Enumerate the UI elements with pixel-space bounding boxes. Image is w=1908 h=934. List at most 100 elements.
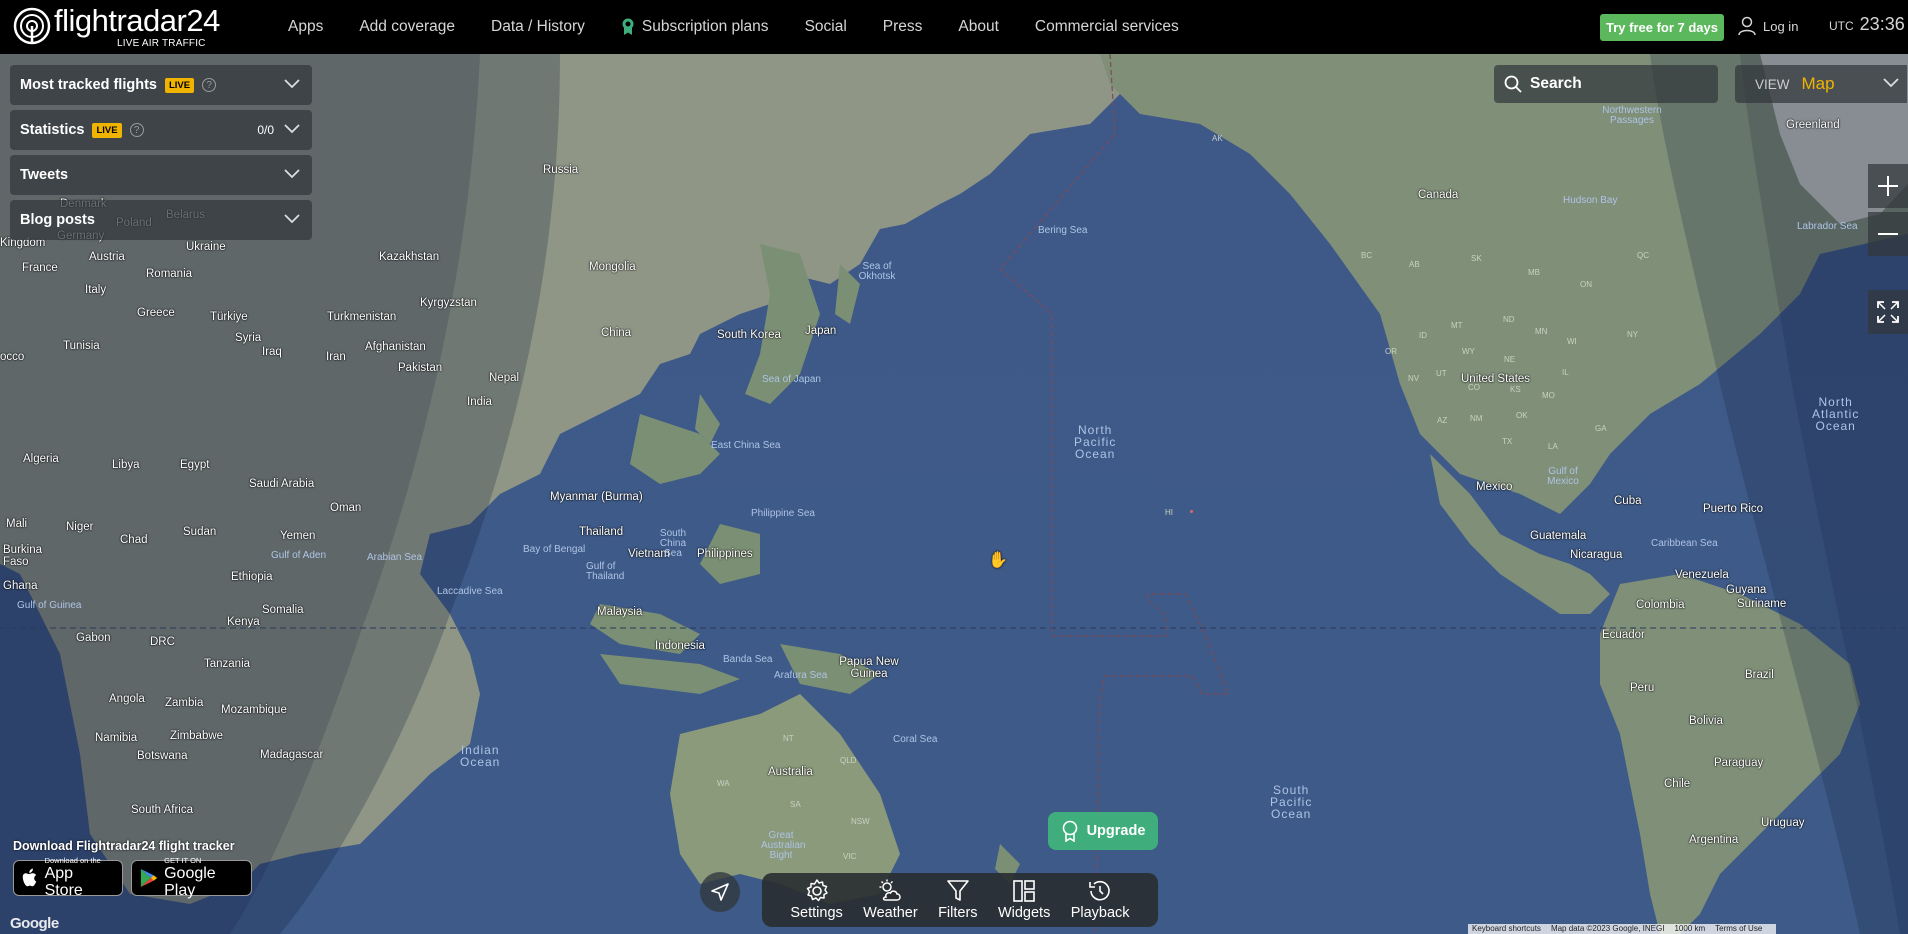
panel-most-tracked-flights[interactable]: Most tracked flights LIVE ? [10, 65, 312, 105]
statistics-count: 0/0 [257, 123, 274, 137]
bottom-toolbar: Settings Weather Filters Widgets Playbac… [762, 873, 1158, 927]
flightradar24-logo[interactable]: flightradar24 LIVE AIR TRAFFIC [12, 3, 220, 49]
chevron-down-icon[interactable] [284, 124, 300, 134]
fullscreen-icon [1877, 301, 1899, 323]
google-play-small-text: GET IT ON [164, 856, 202, 865]
nav-subscription-plans[interactable]: Subscription plans [603, 18, 787, 36]
filter-icon [947, 880, 969, 901]
help-icon[interactable]: ? [202, 78, 217, 92]
locate-me-button[interactable] [700, 872, 740, 912]
gear-icon [806, 879, 828, 902]
keyboard-shortcuts-link[interactable]: Keyboard shortcuts [1472, 924, 1541, 934]
hand-cursor-icon: ✋ [988, 552, 1008, 569]
panel-title: Statistics [20, 122, 85, 138]
panel-title: Tweets [20, 167, 69, 183]
user-icon [1738, 16, 1756, 36]
apple-icon [22, 868, 37, 887]
app-store-small-text: Download on the [44, 856, 101, 865]
google-play-icon [140, 868, 158, 888]
nav-social[interactable]: Social [787, 18, 865, 36]
panel-title: Most tracked flights [20, 77, 157, 93]
minus-icon [1878, 233, 1898, 235]
nav-data-history-label: Data / History [491, 18, 585, 35]
utc-clock: UTC 23:36 [1829, 14, 1905, 35]
live-badge: LIVE [92, 122, 122, 138]
fullscreen-button[interactable] [1868, 290, 1908, 334]
nav-subscription-plans-label: Subscription plans [641, 18, 769, 35]
top-navigation-bar: flightradar24 LIVE AIR TRAFFIC Apps Add … [0, 0, 1908, 54]
zoom-in-button[interactable] [1868, 164, 1908, 208]
download-app-title: Download Flightradar24 flight tracker [13, 839, 235, 853]
weather-icon [879, 879, 902, 901]
google-logo: Google [10, 915, 59, 932]
upgrade-button[interactable]: Upgrade [1048, 812, 1158, 850]
award-badge-icon [622, 18, 634, 35]
nav-apps-label: Apps [288, 18, 324, 35]
view-value: Map [1801, 74, 1835, 93]
zoom-out-button[interactable] [1868, 212, 1908, 256]
google-play-big-text: Google Play [164, 865, 216, 899]
logo-tagline: LIVE AIR TRAFFIC [117, 38, 206, 49]
nav-commercial-services[interactable]: Commercial services [1017, 18, 1197, 36]
search-box[interactable]: Search [1494, 65, 1718, 103]
playback-button[interactable]: Playback [1071, 879, 1130, 921]
logo-wordmark-number: 24 [186, 3, 220, 38]
history-clock-icon [1089, 880, 1110, 901]
nav-apps[interactable]: Apps [270, 18, 341, 36]
try-free-button[interactable]: Try free for 7 days [1600, 14, 1724, 41]
filters-label: Filters [938, 905, 978, 921]
nav-press-label: Press [882, 18, 923, 35]
upgrade-label: Upgrade [1086, 823, 1146, 839]
plus-icon [1878, 176, 1898, 196]
chevron-down-icon [1883, 78, 1899, 88]
view-label: VIEW [1755, 76, 1790, 92]
map-data-credit: Map data ©2023 Google, INEGI [1550, 924, 1665, 933]
widgets-button[interactable]: Widgets [998, 879, 1050, 921]
search-icon [1504, 75, 1522, 93]
island-marker [1190, 510, 1193, 513]
utc-label: UTC [1829, 19, 1854, 33]
login-label: Log in [1763, 18, 1799, 34]
playback-label: Playback [1070, 905, 1130, 921]
nav-about-label: About [958, 18, 999, 35]
app-window: Russia Kingdom Denmark Poland Belarus Ge… [0, 0, 1908, 934]
app-store-button[interactable]: Download on the App Store [13, 856, 123, 899]
chevron-down-icon[interactable] [284, 169, 300, 179]
nav-add-coverage[interactable]: Add coverage [341, 18, 473, 36]
main-nav: Apps Add coverage Data / History Subscri… [270, 0, 1197, 54]
live-badge: LIVE [164, 77, 195, 93]
weather-label: Weather [863, 905, 918, 921]
navigation-arrow-icon [711, 883, 729, 901]
map-attribution: Keyboard shortcuts Map data ©2023 Google… [1468, 924, 1777, 934]
search-label: Search [1530, 75, 1582, 92]
login-button[interactable]: Log in [1738, 16, 1798, 36]
view-selector[interactable]: VIEW Map [1735, 65, 1907, 103]
nav-data-history[interactable]: Data / History [473, 18, 603, 36]
nav-commercial-services-label: Commercial services [1034, 18, 1179, 35]
logo-wordmark-text: flightradar [54, 3, 187, 38]
panel-blog-posts[interactable]: Blog posts [10, 200, 312, 240]
widgets-icon [1013, 880, 1035, 902]
chevron-down-icon[interactable] [284, 79, 300, 89]
panel-statistics[interactable]: Statistics LIVE ? 0/0 [10, 110, 312, 150]
panel-title: Blog posts [20, 212, 95, 228]
settings-button[interactable]: Settings [790, 879, 843, 921]
clock-time: 23:36 [1859, 14, 1905, 34]
settings-label: Settings [790, 905, 843, 921]
help-icon[interactable]: ? [129, 123, 144, 137]
app-store-big-text: App Store [44, 865, 83, 899]
filters-button[interactable]: Filters [938, 879, 978, 921]
nav-press[interactable]: Press [865, 18, 941, 36]
weather-button[interactable]: Weather [863, 879, 918, 921]
chevron-down-icon[interactable] [284, 214, 300, 224]
panel-tweets[interactable]: Tweets [10, 155, 312, 195]
terms-link[interactable]: Terms of Use [1715, 924, 1762, 934]
google-play-button[interactable]: GET IT ON Google Play [131, 856, 252, 899]
radar-logo-icon [13, 7, 51, 45]
nav-add-coverage-label: Add coverage [359, 18, 455, 35]
scale-label: 1000 km [1674, 924, 1706, 933]
nav-social-label: Social [804, 18, 847, 35]
widgets-label: Widgets [997, 905, 1051, 921]
nav-about[interactable]: About [940, 18, 1017, 36]
logo-wordmark: flightradar24 [54, 3, 220, 38]
